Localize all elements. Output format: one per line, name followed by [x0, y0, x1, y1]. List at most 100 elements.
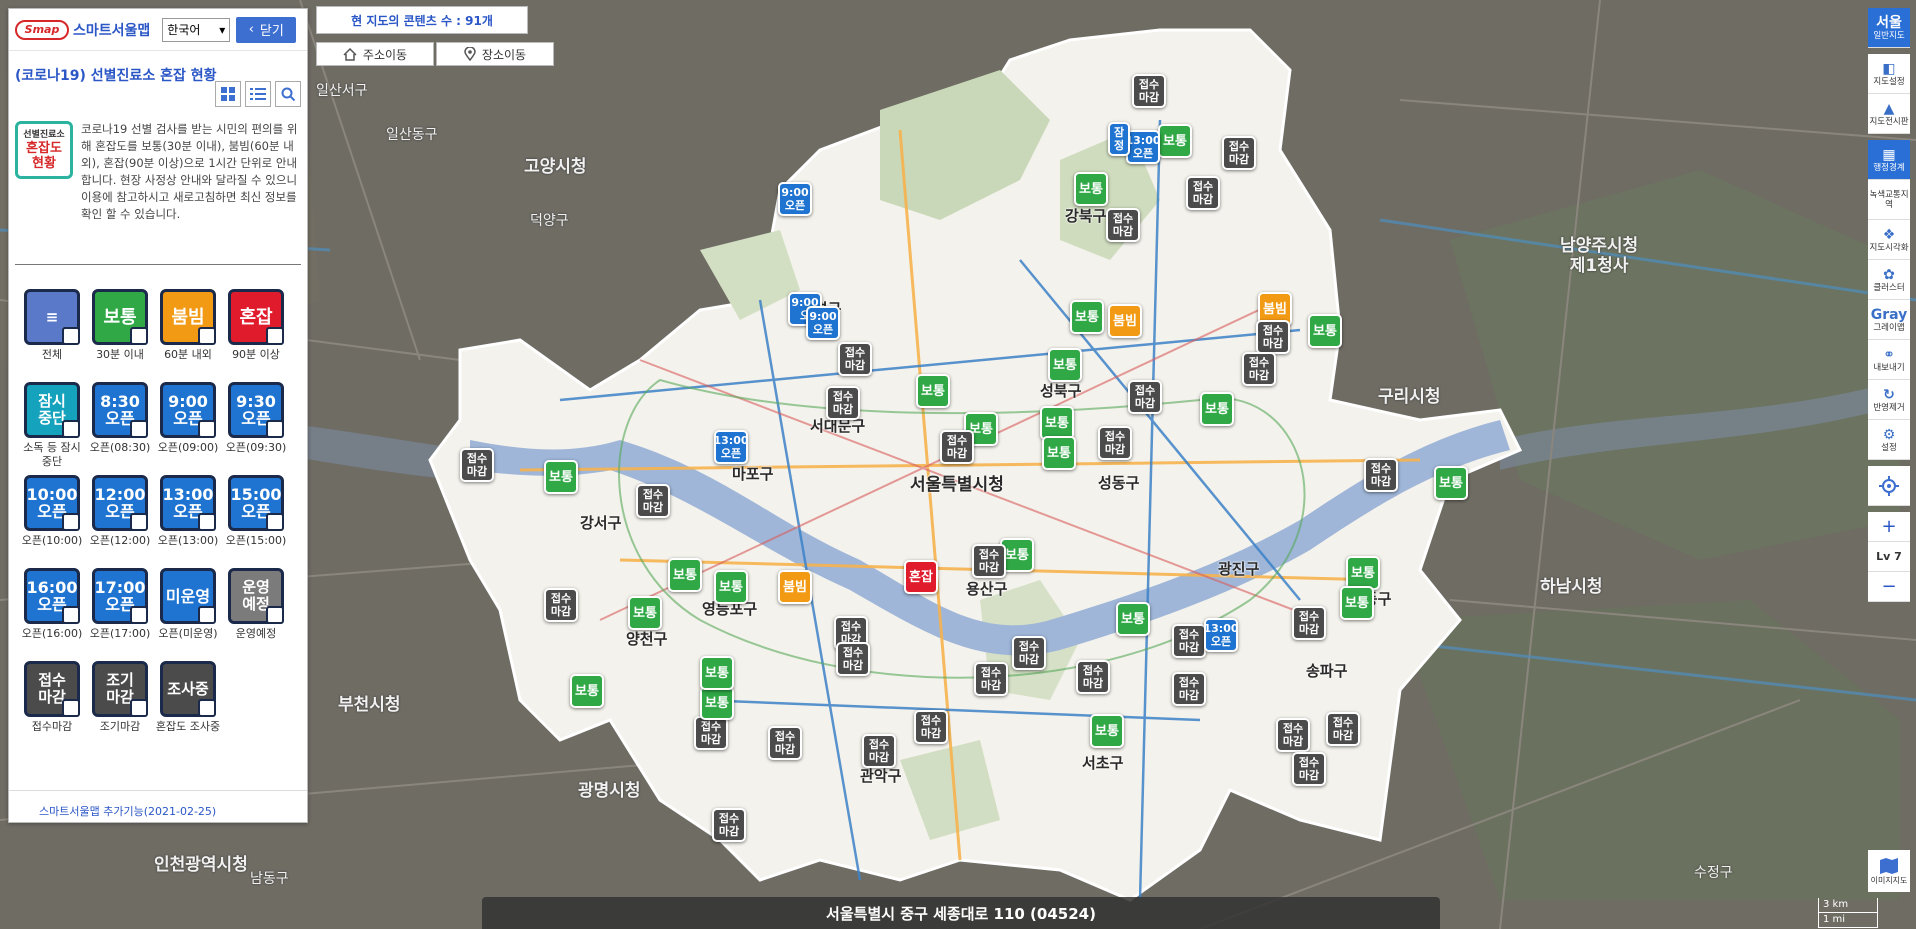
legend-item[interactable]: ≡ 전체 — [19, 289, 85, 376]
toolbar-button[interactable]: ✿ 클러스터 — [1868, 260, 1910, 300]
toolbar-button[interactable]: Gray 그레이맵 — [1868, 300, 1910, 340]
clinic-marker[interactable]: 접수 마감 — [1242, 352, 1276, 386]
clinic-marker[interactable]: 접수 마감 — [1172, 624, 1206, 658]
legend-item[interactable]: 붐빔 60분 내외 — [155, 289, 221, 376]
clinic-marker[interactable]: 보통 — [1090, 714, 1124, 748]
clinic-marker[interactable]: 보통 — [1200, 392, 1234, 426]
clinic-marker[interactable]: 보통 — [700, 686, 734, 720]
clinic-marker[interactable]: 보통 — [570, 674, 604, 708]
clinic-marker[interactable]: 보통 — [1070, 300, 1104, 334]
clinic-marker[interactable]: 접수 마감 — [838, 342, 872, 376]
clinic-marker[interactable]: 접수 마감 — [694, 716, 728, 750]
clinic-marker[interactable]: 혼잡 — [904, 560, 938, 594]
toolbar-button[interactable]: ▲ 지도전시판 — [1868, 94, 1910, 134]
clinic-marker[interactable]: 붐빔 — [778, 570, 812, 604]
zoom-out-button[interactable]: − — [1868, 572, 1910, 602]
legend-item[interactable]: 미운영 오픈(미운영) — [155, 568, 221, 655]
clinic-marker[interactable]: 접수 마감 — [636, 484, 670, 518]
clinic-marker[interactable]: 접수 마감 — [1364, 458, 1398, 492]
clinic-marker[interactable]: 보통 — [700, 656, 734, 690]
clinic-marker[interactable]: 접수 마감 — [940, 430, 974, 464]
clinic-marker[interactable]: 접수 마감 — [1012, 636, 1046, 670]
clinic-marker[interactable]: 접수 마감 — [460, 448, 494, 482]
clinic-marker[interactable]: 보통 — [1074, 172, 1108, 206]
legend-item[interactable]: 13:00 오픈 오픈(13:00) — [155, 475, 221, 562]
clinic-marker[interactable]: 13:00 오픈 — [1204, 618, 1239, 652]
toolbar-button[interactable]: ↻ 반영제거 — [1868, 380, 1910, 420]
locate-button[interactable] — [1868, 466, 1910, 506]
clinic-marker[interactable]: 접수 마감 — [974, 662, 1008, 696]
clinic-marker[interactable]: 보통 — [1340, 586, 1374, 620]
clinic-marker[interactable]: 접수 마감 — [1128, 380, 1162, 414]
clinic-marker[interactable]: 접수 마감 — [1256, 320, 1290, 354]
clinic-marker[interactable]: 접수 마감 — [1276, 718, 1310, 752]
legend-item[interactable]: 16:00 오픈 오픈(16:00) — [19, 568, 85, 655]
panel-footer[interactable]: 스마트서울맵 추가기능(2021-02-25) — [9, 790, 307, 822]
legend-item[interactable]: 조사중 혼잡도 조사중 — [155, 661, 221, 748]
clinic-marker[interactable]: 9:00 오픈 — [806, 306, 840, 340]
clinic-marker[interactable]: 접수 마감 — [1292, 752, 1326, 786]
legend-item[interactable]: 17:00 오픈 오픈(17:00) — [87, 568, 153, 655]
toolbar-button[interactable]: ⚭ 내보내기 — [1868, 340, 1910, 380]
legend-item[interactable]: 잠시 중단 소독 등 잠시중단 — [19, 382, 85, 469]
clinic-marker[interactable]: 보통 — [714, 570, 748, 604]
search-button[interactable] — [275, 81, 301, 107]
clinic-marker[interactable]: 접수 마감 — [1172, 672, 1206, 706]
legend-item[interactable]: 9:30 오픈 오픈(09:30) — [223, 382, 289, 469]
clinic-marker[interactable]: 접수 마감 — [1076, 660, 1110, 694]
legend-item[interactable]: 접수 마감 접수마감 — [19, 661, 85, 748]
clinic-marker[interactable]: 접수 마감 — [836, 642, 870, 676]
legend-item[interactable]: 10:00 오픈 오픈(10:00) — [19, 475, 85, 562]
clinic-marker[interactable]: 보통 — [1048, 348, 1082, 382]
clinic-marker[interactable]: 보통 — [1434, 466, 1468, 500]
clinic-marker[interactable]: 접수 마감 — [1326, 712, 1360, 746]
clinic-marker[interactable]: 접수 마감 — [768, 726, 802, 760]
clinic-marker[interactable]: 접수 마감 — [1098, 426, 1132, 460]
legend-item[interactable]: 혼잡 90분 이상 — [223, 289, 289, 376]
legend-item[interactable]: 보통 30분 이내 — [87, 289, 153, 376]
app-logo[interactable]: Smap 스마트서울맵 — [15, 19, 150, 40]
image-map-button[interactable]: 이미지지도 — [1868, 850, 1910, 892]
clinic-marker[interactable]: 보통 — [628, 596, 662, 630]
legend-item[interactable]: 15:00 오픈 오픈(15:00) — [223, 475, 289, 562]
clinic-marker[interactable]: 접수 마감 — [914, 710, 948, 744]
clinic-marker[interactable]: 13:00 오픈 — [1126, 130, 1161, 164]
toolbar-button[interactable]: 서울 일반지도 — [1868, 8, 1910, 48]
clinic-marker[interactable]: 보통 — [544, 460, 578, 494]
clinic-marker[interactable]: 접수 마감 — [826, 386, 860, 420]
grid-view-button[interactable] — [215, 81, 241, 107]
legend-item[interactable]: 9:00 오픈 오픈(09:00) — [155, 382, 221, 469]
toolbar-button[interactable]: ⚙ 설정 — [1868, 420, 1910, 460]
legend-item[interactable]: 8:30 오픈 오픈(08:30) — [87, 382, 153, 469]
place-move-button[interactable]: 장소이동 — [436, 42, 554, 66]
clinic-marker[interactable]: 잠 정 — [1108, 122, 1130, 156]
clinic-marker[interactable]: 접수 마감 — [1132, 74, 1166, 108]
list-view-button[interactable] — [245, 81, 271, 107]
clinic-marker[interactable]: 보통 — [1042, 436, 1076, 470]
clinic-marker[interactable]: 9:00 오픈 — [778, 182, 812, 216]
legend-item[interactable]: 12:00 오픈 오픈(12:00) — [87, 475, 153, 562]
toolbar-button[interactable]: ❖ 지도시각화 — [1868, 220, 1910, 260]
clinic-marker[interactable]: 접수 마감 — [972, 544, 1006, 578]
clinic-marker[interactable]: 보통 — [1308, 314, 1342, 348]
clinic-marker[interactable]: 접수 마감 — [712, 808, 746, 842]
clinic-marker[interactable]: 접수 마감 — [1292, 606, 1326, 640]
close-panel-button[interactable]: ‹ 닫기 — [236, 16, 297, 43]
zoom-in-button[interactable]: + — [1868, 512, 1910, 542]
clinic-marker[interactable]: 보통 — [916, 374, 950, 408]
clinic-marker[interactable]: 보통 — [1346, 556, 1380, 590]
clinic-marker[interactable]: 접수 마감 — [862, 734, 896, 768]
legend-item[interactable]: 운영 예정 운영예정 — [223, 568, 289, 655]
toolbar-button[interactable]: ◧ 지도설정 — [1868, 54, 1910, 94]
clinic-marker[interactable]: 보통 — [1158, 124, 1192, 158]
clinic-marker[interactable]: 붐빔 — [1108, 304, 1142, 338]
language-select[interactable]: 한국어 ▾ — [162, 17, 231, 42]
clinic-marker[interactable]: 접수 마감 — [544, 588, 578, 622]
clinic-marker[interactable]: 접수 마감 — [1222, 136, 1256, 170]
clinic-marker[interactable]: 접수 마감 — [1106, 208, 1140, 242]
clinic-marker[interactable]: 접수 마감 — [1186, 176, 1220, 210]
toolbar-button[interactable]: ▦ 행정경계 — [1868, 140, 1910, 180]
legend-item[interactable]: 조기 마감 조기마감 — [87, 661, 153, 748]
clinic-marker[interactable]: 보통 — [1116, 602, 1150, 636]
clinic-marker[interactable]: 보통 — [1040, 406, 1074, 440]
